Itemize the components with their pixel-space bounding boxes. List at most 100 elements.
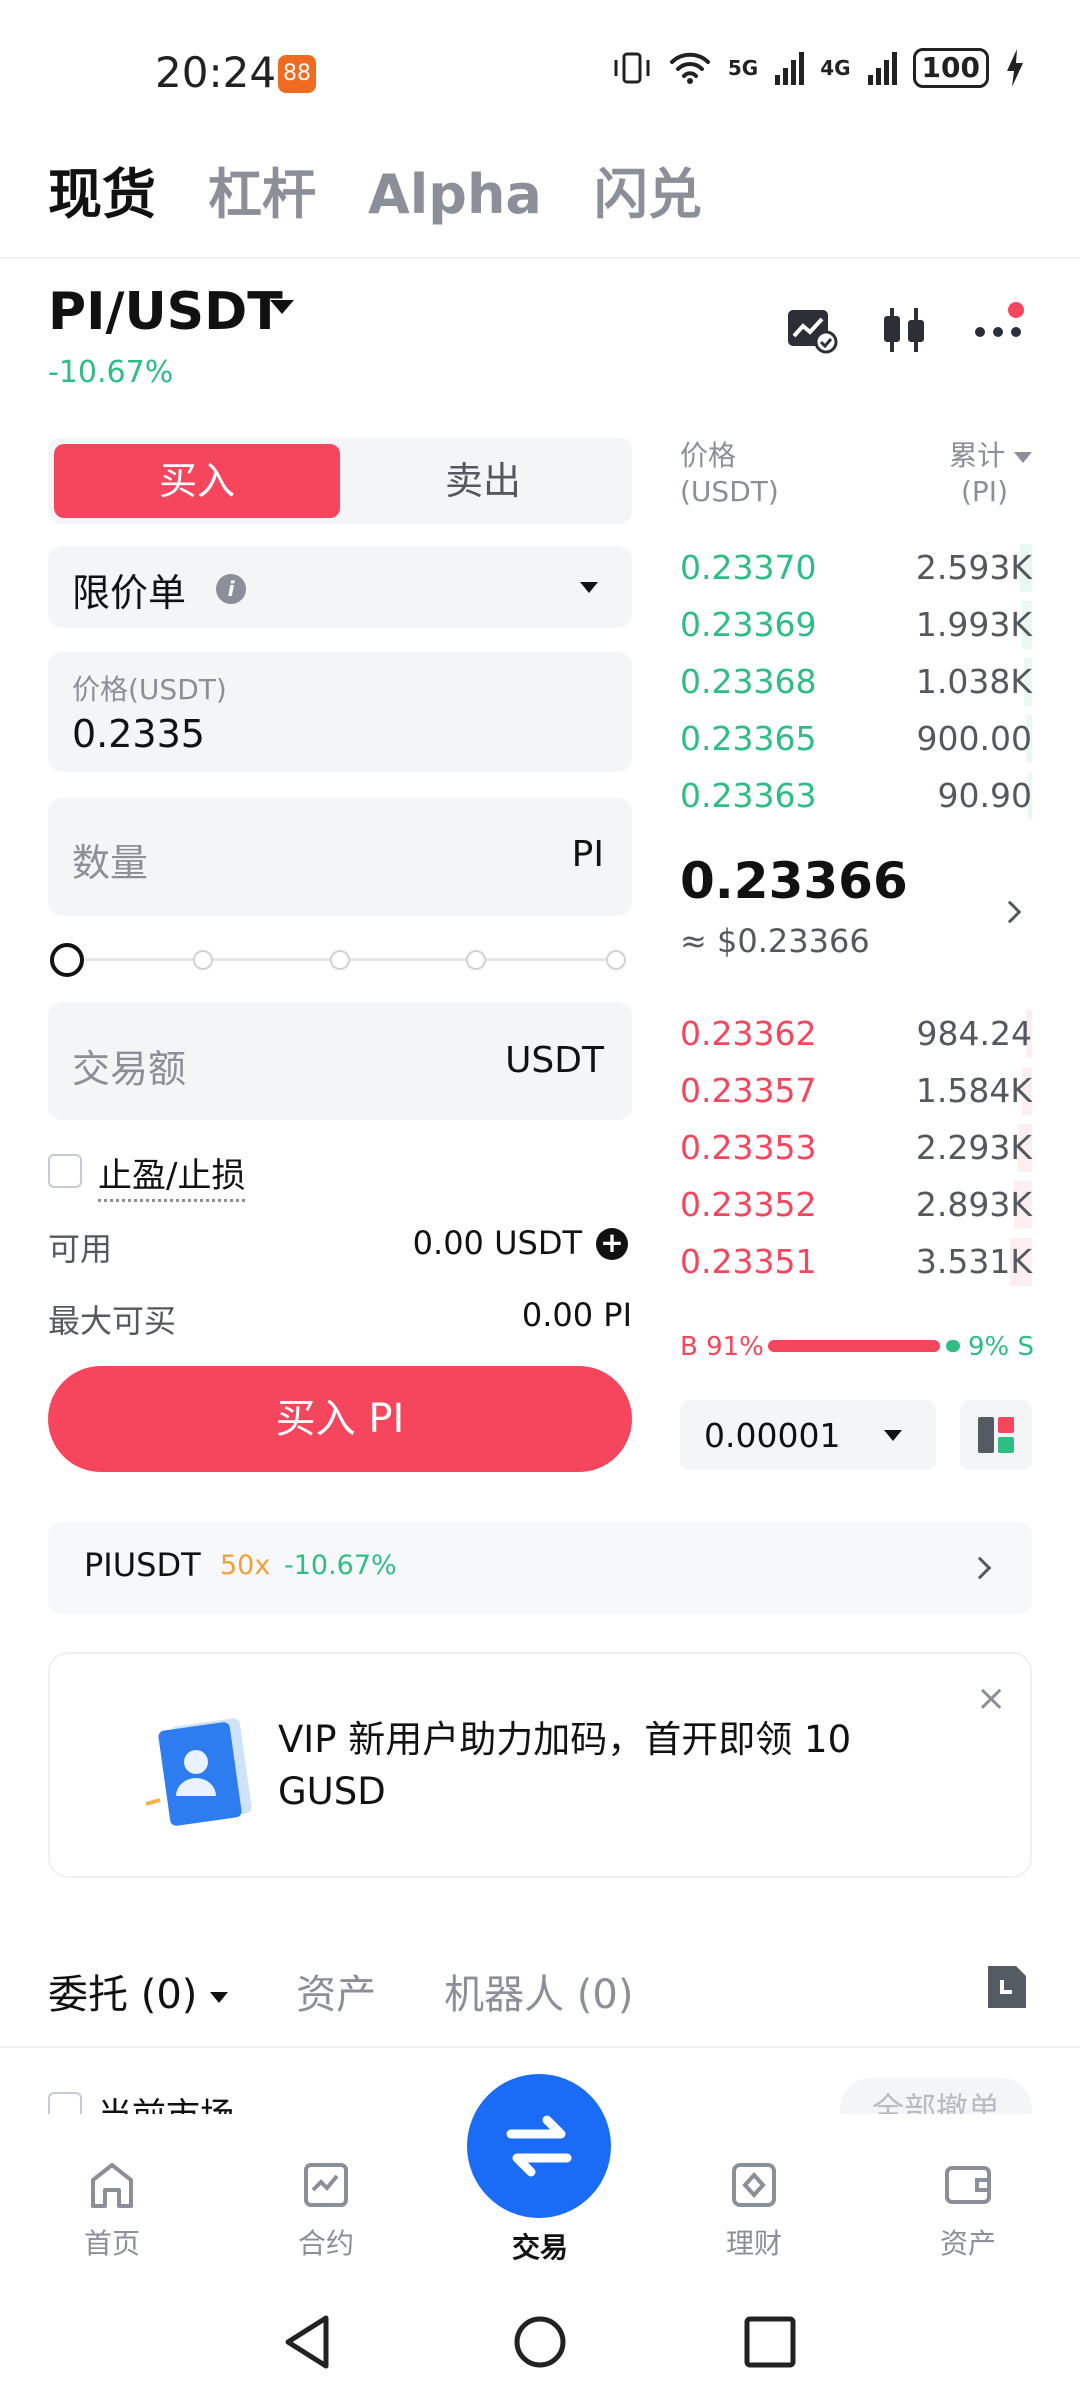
bid-row[interactable]: 0.23362 984.24 xyxy=(680,1006,1032,1062)
available-label: 可用 xyxy=(48,1230,113,1268)
bid-qty: 984.24 xyxy=(916,1014,1032,1053)
quantity-unit: PI xyxy=(571,834,604,875)
app-notification-icon: 88 xyxy=(278,55,316,93)
nav-assets[interactable]: 资产 xyxy=(898,2160,1038,2262)
perp-change: -10.67% xyxy=(284,1550,397,1581)
amount-input[interactable]: 交易额 xyxy=(72,1038,186,1093)
amount-field[interactable]: 交易额 USDT xyxy=(48,1002,632,1120)
back-icon[interactable] xyxy=(282,2314,334,2370)
signal-5g-icon xyxy=(775,52,805,85)
nav-earn-label: 理财 xyxy=(725,2227,782,2260)
recents-icon[interactable] xyxy=(742,2314,798,2370)
slider-node-50[interactable] xyxy=(330,950,350,970)
pair-selector[interactable]: PI/USDT xyxy=(48,282,283,342)
nav-trade[interactable]: 交易 xyxy=(470,2218,610,2266)
ask-qty: 900.00 xyxy=(916,719,1032,758)
quantity-input[interactable]: 数量 xyxy=(72,832,148,887)
buy-submit-button[interactable]: 买入 PI xyxy=(48,1366,632,1472)
orderbook-qty-header[interactable]: 累计 (PI) xyxy=(949,438,1032,510)
tpsl-label[interactable]: 止盈/止损 xyxy=(98,1148,246,1202)
nav-futures[interactable]: 合约 xyxy=(256,2160,396,2262)
slider-node-25[interactable] xyxy=(193,950,213,970)
caret-down-icon[interactable] xyxy=(270,300,294,314)
sell-ratio-label: 9% S xyxy=(968,1332,1035,1362)
candlestick-icon[interactable] xyxy=(876,302,932,358)
ask-row[interactable]: 0.23365 900.00 xyxy=(680,711,1032,767)
battery-icon: 100 xyxy=(912,48,989,88)
order-history-icon[interactable] xyxy=(984,1962,1030,2012)
divider xyxy=(0,2046,1080,2048)
ask-price: 0.23368 xyxy=(680,662,817,701)
bid-row[interactable]: 0.23353 2.293K xyxy=(680,1120,1032,1176)
perp-leverage: 50x xyxy=(220,1550,271,1581)
buy-ratio-label: B 91% xyxy=(680,1332,764,1362)
bid-price: 0.23351 xyxy=(680,1242,817,1281)
amount-unit: USDT xyxy=(505,1040,604,1081)
slider-node-100[interactable] xyxy=(606,950,626,970)
futures-icon xyxy=(304,2163,348,2207)
ask-qty: 90.90 xyxy=(937,776,1032,815)
tab-orders[interactable]: 委托 (0) xyxy=(48,1962,229,2020)
ask-qty: 2.593K xyxy=(915,548,1032,587)
system-indicators: 5G 4G 100 xyxy=(612,48,1025,88)
price-input[interactable]: 0.2335 xyxy=(72,712,205,756)
wallet-icon xyxy=(945,2166,991,2204)
vip-promo-banner[interactable]: VIP 新用户助力加码，首开即领 10 GUSD × xyxy=(48,1652,1032,1878)
ask-price: 0.23365 xyxy=(680,719,817,758)
tab-assets[interactable]: 资产 xyxy=(296,1962,376,2020)
home-circle-icon[interactable] xyxy=(512,2314,568,2370)
ask-price: 0.23369 xyxy=(680,605,817,644)
orderbook-layout-icon xyxy=(978,1417,1014,1453)
ask-qty: 1.038K xyxy=(915,662,1032,701)
last-price[interactable]: 0.23366 xyxy=(680,852,908,910)
info-icon[interactable]: i xyxy=(216,574,246,604)
buy-tab[interactable]: 买入 xyxy=(54,444,340,518)
notification-dot xyxy=(1008,302,1024,318)
orderbook-layout-button[interactable] xyxy=(960,1400,1032,1470)
earn-icon xyxy=(732,2163,776,2207)
ask-row[interactable]: 0.23370 2.593K xyxy=(680,540,1032,596)
price-header-unit: (USDT) xyxy=(680,475,779,508)
chevron-right-icon[interactable] xyxy=(998,900,1022,924)
wifi-icon xyxy=(669,52,710,84)
bid-price: 0.23352 xyxy=(680,1185,817,1224)
nav-home-label: 首页 xyxy=(83,2227,140,2260)
bid-qty: 3.531K xyxy=(915,1242,1032,1281)
ask-row[interactable]: 0.23363 90.90 xyxy=(680,768,1032,824)
home-icon xyxy=(91,2163,133,2208)
system-navigation-bar xyxy=(0,2300,1080,2400)
slider-thumb[interactable] xyxy=(50,943,84,977)
tab-bots[interactable]: 机器人 (0) xyxy=(444,1962,633,2020)
bid-row[interactable]: 0.23352 2.893K xyxy=(680,1177,1032,1233)
bid-row[interactable]: 0.23351 3.531K xyxy=(680,1234,1032,1290)
sell-tab[interactable]: 卖出 xyxy=(340,444,626,518)
nav-home[interactable]: 首页 xyxy=(42,2160,182,2262)
add-funds-icon[interactable]: + xyxy=(596,1228,628,1260)
tpsl-checkbox[interactable] xyxy=(48,1154,82,1188)
ask-row[interactable]: 0.23368 1.038K xyxy=(680,654,1032,710)
price-field[interactable]: 价格(USDT) 0.2335 xyxy=(48,652,632,772)
nav-earn[interactable]: 理财 xyxy=(684,2160,824,2262)
tab-alpha[interactable]: Alpha xyxy=(368,163,542,226)
orderbook-price-header: 价格 (USDT) xyxy=(680,438,779,510)
tab-spot[interactable]: 现货 xyxy=(48,150,156,229)
bid-row[interactable]: 0.23357 1.584K xyxy=(680,1063,1032,1119)
price-field-label: 价格(USDT) xyxy=(72,673,227,706)
ask-row[interactable]: 0.23369 1.993K xyxy=(680,597,1032,653)
chevron-right-icon xyxy=(968,1556,992,1580)
slider-node-75[interactable] xyxy=(466,950,486,970)
depth-precision-select[interactable]: 0.00001 xyxy=(680,1400,936,1470)
depth-value: 0.00001 xyxy=(704,1416,841,1455)
trade-fab-button[interactable] xyxy=(467,2074,611,2218)
max-buy-value: 0.00 PI xyxy=(521,1296,632,1334)
tab-convert[interactable]: 闪兑 xyxy=(594,150,702,229)
orders-tabs: 委托 (0) 资产 机器人 (0) xyxy=(48,1962,633,2020)
chart-icon[interactable] xyxy=(784,302,840,358)
order-type-select[interactable]: 限价单 i xyxy=(48,546,632,628)
swap-arrows-icon xyxy=(506,2115,572,2177)
signal-4g-icon xyxy=(867,52,897,85)
perpetual-link-row[interactable]: PIUSDT 50x -10.67% xyxy=(48,1522,1032,1614)
close-icon[interactable]: × xyxy=(976,1678,1006,1719)
tab-margin[interactable]: 杠杆 xyxy=(208,150,316,229)
quantity-field[interactable]: 数量 PI xyxy=(48,798,632,916)
